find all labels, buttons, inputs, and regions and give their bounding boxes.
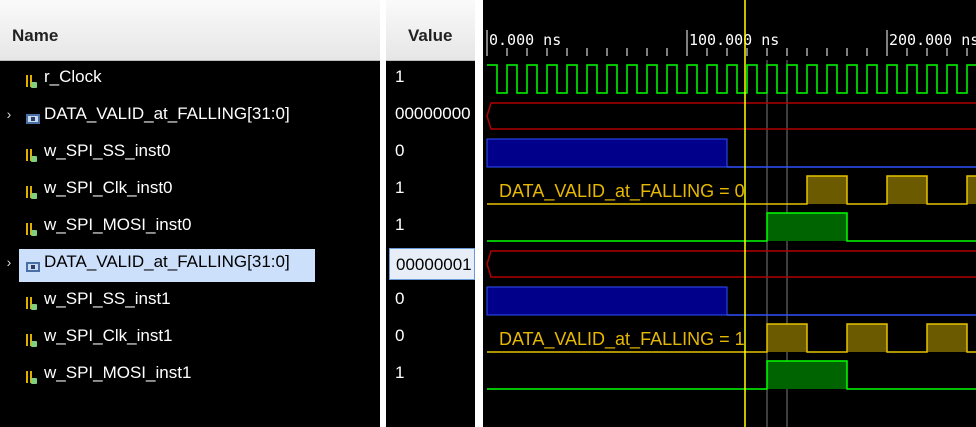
value-row[interactable]: 00000000 [386,99,475,129]
wire-signal-icon [25,180,39,199]
tick-label: 200.000 ns [889,31,976,49]
signal-name: w_SPI_MOSI_inst0 [44,215,192,234]
mosi-waveform [487,360,976,390]
value-row[interactable]: 0 [386,321,475,351]
tick-label: 100.000 ns [689,31,779,49]
wire-signal-icon [25,143,39,162]
value-row[interactable]: 0 [386,136,475,166]
value-row[interactable]: 00000001 [386,247,475,280]
clock-waveform [487,64,976,94]
signal-name: r_Clock [44,67,102,86]
signal-name: w_SPI_SS_inst0 [44,141,171,160]
bus-waveform [486,102,976,130]
wire-signal-icon [25,328,39,347]
chevron-right-icon[interactable]: › [3,99,15,129]
signal-name: w_SPI_Clk_inst1 [44,326,173,345]
waveform-canvas[interactable]: 0.000 ns 100.000 ns 200.000 ns DATA_VALID_a… [483,0,976,427]
signal-value: 0 [395,141,405,160]
value-row[interactable]: 1 [386,173,475,203]
spi-clk-pulse [927,324,967,352]
spi-clk-pulse [767,324,807,352]
wire-signal-icon [25,365,39,384]
ss-high-block [486,286,728,316]
bus-signal-icon [25,106,40,124]
wire-signal-icon [25,291,39,310]
signal-value: 1 [395,363,405,382]
signal-row[interactable]: w_SPI_SS_inst1 [0,284,380,314]
pane-splitter-wave[interactable] [475,0,483,427]
signal-name: DATA_VALID_at_FALLING[31:0] [44,104,290,123]
signal-name: w_SPI_MOSI_inst1 [44,363,192,382]
spi-clk-pulse [887,176,927,204]
signal-row[interactable]: w_SPI_Clk_inst0 [0,173,380,203]
ss-high-block [486,138,728,168]
signal-row[interactable]: w_SPI_MOSI_inst0 [0,210,380,240]
bus-waveform [486,250,976,278]
wire-signal-icon [25,69,39,88]
wire-signal-icon [25,217,39,236]
mosi-high-block [767,213,847,241]
value-row[interactable]: 1 [386,210,475,240]
signal-value: 00000000 [395,104,471,123]
bus-signal-icon [25,254,40,272]
signal-row[interactable]: › DATA_VALID_at_FALLING[31:0] [0,99,380,129]
signal-name: w_SPI_Clk_inst0 [44,178,173,197]
value-column-header[interactable]: Value [386,0,475,61]
signal-row[interactable]: r_Clock [0,62,380,92]
waveform-annotation: DATA_VALID_at_FALLING = 0 [499,181,745,202]
signal-row[interactable]: › DATA_VALID_at_FALLING[31:0] [0,247,380,282]
tick-label: 0.000 ns [489,31,561,49]
signal-name: DATA_VALID_at_FALLING[31:0] [44,252,290,271]
mosi-high-block [767,361,847,389]
signal-row[interactable]: w_SPI_SS_inst0 [0,136,380,166]
signal-value: 1 [395,67,405,86]
value-row[interactable]: 0 [386,284,475,314]
signal-value: 00000001 [389,248,475,280]
signal-row[interactable]: w_SPI_MOSI_inst1 [0,358,380,388]
spi-clk-pulse [967,176,976,204]
signal-value: 1 [395,215,405,234]
spi-clk-pulse [807,176,847,204]
value-row[interactable]: 1 [386,62,475,92]
signal-value: 0 [395,326,405,345]
value-column-label: Value [408,26,453,45]
waveform-pane[interactable]: 0.000 ns 100.000 ns 200.000 ns DATA_VALID_a… [483,0,976,427]
signal-value: 0 [395,289,405,308]
spi-clk-pulse [847,324,887,352]
signal-name: w_SPI_SS_inst1 [44,289,171,308]
name-pane: Name r_Clock › DATA_VALID_at_FALLING[31:0]… [0,0,380,427]
signal-value: 1 [395,178,405,197]
mosi-waveform [487,212,976,242]
signal-row[interactable]: w_SPI_Clk_inst1 [0,321,380,351]
waveform-annotation: DATA_VALID_at_FALLING = 1 [499,329,745,350]
value-row[interactable]: 1 [386,358,475,388]
name-column-header[interactable]: Name [0,0,380,61]
chevron-right-icon[interactable]: › [3,247,15,277]
name-column-label: Name [12,26,59,45]
value-pane: Value 1 00000000 0 1 1 00000001 0 0 1 [386,0,475,427]
